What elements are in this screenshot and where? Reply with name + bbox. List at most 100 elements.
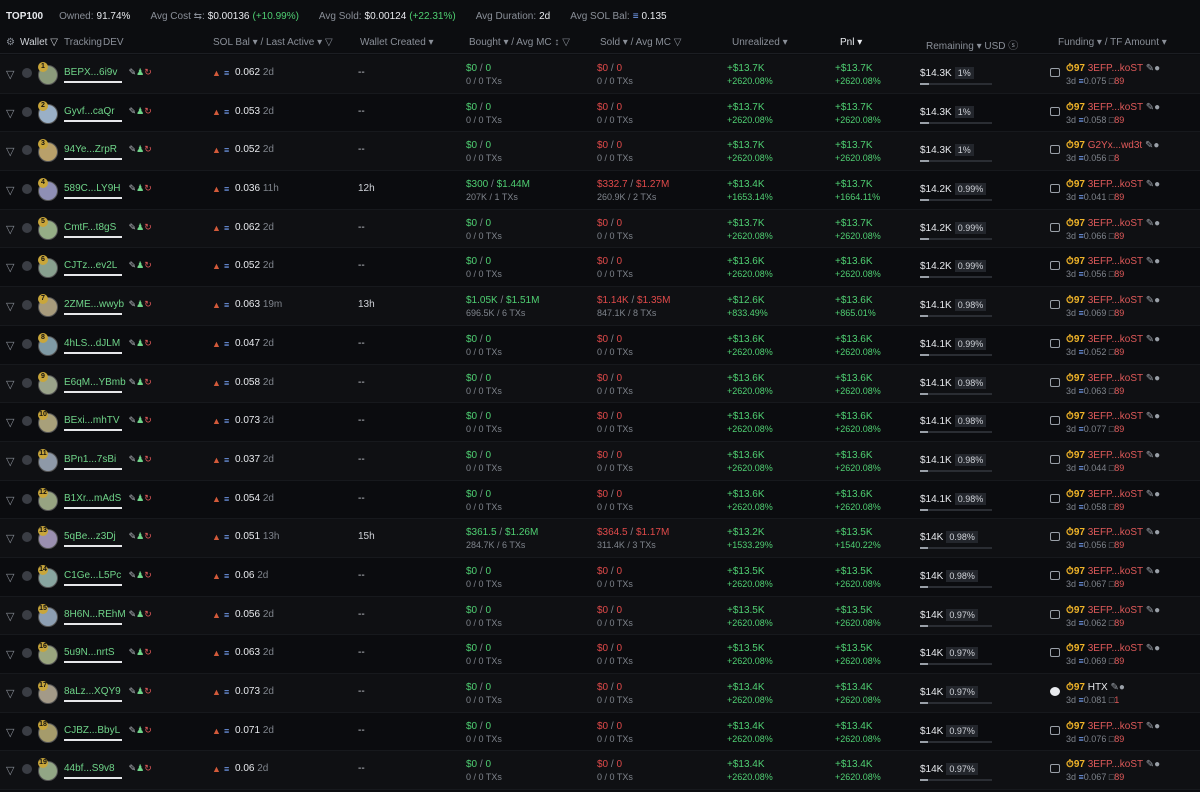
edit-icon[interactable]: ✎ xyxy=(1146,295,1154,306)
info-icon[interactable]: ● xyxy=(1154,218,1160,229)
edit-icon[interactable]: ✎ xyxy=(129,415,137,425)
info-icon[interactable]: ● xyxy=(1153,140,1159,151)
link-icon[interactable]: ↻ xyxy=(144,647,152,657)
info-icon[interactable]: ● xyxy=(1154,566,1160,577)
edit-icon[interactable]: ✎ xyxy=(1146,218,1154,229)
edit-icon[interactable]: ✎ xyxy=(129,609,137,619)
track-toggle-icon[interactable] xyxy=(22,184,32,195)
info-icon[interactable]: ● xyxy=(1154,489,1160,500)
link-icon[interactable]: ↻ xyxy=(144,144,152,154)
track-toggle-icon[interactable] xyxy=(22,145,32,156)
info-icon[interactable]: ● xyxy=(1154,256,1160,267)
filter-icon[interactable]: ▽ xyxy=(6,687,14,700)
user-add-icon[interactable]: ♟ xyxy=(136,609,144,619)
track-toggle-icon[interactable] xyxy=(22,106,32,117)
link-icon[interactable]: ↻ xyxy=(144,609,152,619)
filter-icon[interactable]: ▽ xyxy=(6,68,14,81)
edit-icon[interactable]: ✎ xyxy=(129,763,137,773)
table-row[interactable]: ▽ 10 BExi...mhTV ✎♟↻ ▲ ≡ 0.073 2d -- $0 … xyxy=(0,403,1200,442)
col-funding[interactable]: Funding ▾ / TF Amount ▾ xyxy=(1058,37,1167,48)
edit-icon[interactable]: ✎ xyxy=(129,67,137,77)
fund-source-address[interactable]: G2Yx...wd3t xyxy=(1088,140,1142,151)
info-icon[interactable]: ● xyxy=(1119,682,1125,693)
track-toggle-icon[interactable] xyxy=(22,493,32,504)
wallet-address-link[interactable]: 589C...LY9H xyxy=(64,183,121,194)
filter-icon[interactable]: ▽ xyxy=(6,107,14,120)
edit-icon[interactable]: ✎ xyxy=(129,222,137,232)
edit-icon[interactable]: ✎ xyxy=(1146,256,1154,267)
edit-icon[interactable]: ✎ xyxy=(1146,759,1154,770)
wallet-address-link[interactable]: BExi...mhTV xyxy=(64,415,120,426)
wallet-address-link[interactable]: BEPX...6i9v xyxy=(64,67,117,78)
link-icon[interactable]: ↻ xyxy=(144,377,152,387)
filter-icon[interactable]: ▽ xyxy=(6,648,14,661)
filter-icon[interactable]: ▽ xyxy=(6,145,14,158)
wallet-address-link[interactable]: 44bf...S9v8 xyxy=(64,763,115,774)
edit-icon[interactable]: ✎ xyxy=(1146,334,1154,345)
user-add-icon[interactable]: ♟ xyxy=(136,763,144,773)
user-add-icon[interactable]: ♟ xyxy=(136,377,144,387)
info-icon[interactable]: ● xyxy=(1154,411,1160,422)
funding-source[interactable]: ⏱97 3EFP...koST ✎● xyxy=(1066,759,1160,770)
table-row[interactable]: ▽ 18 CJBZ...BbyL ✎♟↻ ▲ ≡ 0.071 2d -- $0 … xyxy=(0,712,1200,752)
user-add-icon[interactable]: ♟ xyxy=(136,222,144,232)
user-add-icon[interactable]: ♟ xyxy=(136,183,144,193)
table-row[interactable]: ▽ 9 E6qM...YBmb ✎♟↻ ▲ ≡ 0.058 2d -- $0 /… xyxy=(0,364,1200,404)
funding-source[interactable]: ⏱97 3EFP...koST ✎● xyxy=(1066,334,1160,345)
funding-source[interactable]: ⏱97 3EFP...koST ✎● xyxy=(1066,643,1160,654)
track-toggle-icon[interactable] xyxy=(22,377,32,388)
avg-cost-stat[interactable]: Avg Cost ⇆: $0.00136 (+10.99%) xyxy=(150,11,298,22)
fund-source-address[interactable]: 3EFP...koST xyxy=(1088,643,1143,654)
table-row[interactable]: ▽ 12 B1Xr...mAdS ✎♟↻ ▲ ≡ 0.054 2d -- $0 … xyxy=(0,480,1200,520)
col-sol-bal[interactable]: SOL Bal ▾ / Last Active ▾ ▽ xyxy=(213,37,333,48)
funding-source[interactable]: ⏱97 3EFP...koST ✎● xyxy=(1066,450,1160,461)
fund-source-address[interactable]: HTX xyxy=(1088,682,1108,693)
info-icon[interactable]: ● xyxy=(1154,721,1160,732)
filter-icon[interactable]: ▽ xyxy=(6,378,14,391)
table-row[interactable]: ▽ 6 CJTz...ev2L ✎♟↻ ▲ ≡ 0.052 2d -- $0 /… xyxy=(0,248,1200,288)
filter-icon[interactable]: ▽ xyxy=(6,571,14,584)
edit-icon[interactable]: ✎ xyxy=(1146,527,1154,538)
filter-icon[interactable]: ▽ xyxy=(6,532,14,545)
fund-source-address[interactable]: 3EFP...koST xyxy=(1088,450,1143,461)
funding-source[interactable]: ⏱97 3EFP...koST ✎● xyxy=(1066,63,1160,74)
edit-icon[interactable]: ✎ xyxy=(1146,450,1154,461)
track-toggle-icon[interactable] xyxy=(22,725,32,736)
track-toggle-icon[interactable] xyxy=(22,68,32,78)
fund-source-address[interactable]: 3EFP...koST xyxy=(1088,295,1143,306)
user-add-icon[interactable]: ♟ xyxy=(136,531,144,541)
edit-icon[interactable]: ✎ xyxy=(1146,102,1154,113)
edit-icon[interactable]: ✎ xyxy=(1146,179,1154,190)
wallet-address-link[interactable]: E6qM...YBmb xyxy=(64,377,126,388)
col-remaining[interactable]: Remaining ▾ USD ⓢ xyxy=(926,37,1018,52)
fund-source-address[interactable]: 3EFP...koST xyxy=(1088,179,1143,190)
col-dev[interactable]: DEV xyxy=(103,37,124,48)
wallet-address-link[interactable]: B1Xr...mAdS xyxy=(64,493,121,504)
funding-source[interactable]: ⏱97 3EFP...koST ✎● xyxy=(1066,721,1160,732)
link-icon[interactable]: ↻ xyxy=(144,763,152,773)
track-toggle-icon[interactable] xyxy=(22,454,32,465)
edit-icon[interactable]: ✎ xyxy=(129,725,137,735)
link-icon[interactable]: ↻ xyxy=(144,454,152,464)
edit-icon[interactable]: ✎ xyxy=(1111,682,1119,693)
funding-source[interactable]: ⏱97 G2Yx...wd3t ✎● xyxy=(1066,140,1159,151)
edit-icon[interactable]: ✎ xyxy=(1146,373,1154,384)
edit-icon[interactable]: ✎ xyxy=(129,570,137,580)
table-row[interactable]: ▽ 1 BEPX...6i9v ✎♟↻ ▲ ≡ 0.062 2d -- $0 /… xyxy=(0,55,1200,94)
col-bought[interactable]: Bought ▾ / Avg MC ↕ ▽ xyxy=(469,37,570,48)
wallet-address-link[interactable]: 94Ye...ZrpR xyxy=(64,144,117,155)
track-toggle-icon[interactable] xyxy=(22,764,32,775)
link-icon[interactable]: ↻ xyxy=(144,570,152,580)
filter-icon[interactable]: ▽ xyxy=(6,610,14,623)
edit-icon[interactable]: ✎ xyxy=(129,454,137,464)
edit-icon[interactable]: ✎ xyxy=(129,260,137,270)
wallet-address-link[interactable]: 5qBe...z3Dj xyxy=(64,531,116,542)
fund-source-address[interactable]: 3EFP...koST xyxy=(1088,605,1143,616)
track-toggle-icon[interactable] xyxy=(22,609,32,620)
track-toggle-icon[interactable] xyxy=(22,648,32,659)
user-add-icon[interactable]: ♟ xyxy=(136,260,144,270)
funding-source[interactable]: ⏱97 3EFP...koST ✎● xyxy=(1066,295,1160,306)
user-add-icon[interactable]: ♟ xyxy=(136,338,144,348)
fund-source-address[interactable]: 3EFP...koST xyxy=(1088,411,1143,422)
funding-source[interactable]: ⏱97 3EFP...koST ✎● xyxy=(1066,218,1160,229)
